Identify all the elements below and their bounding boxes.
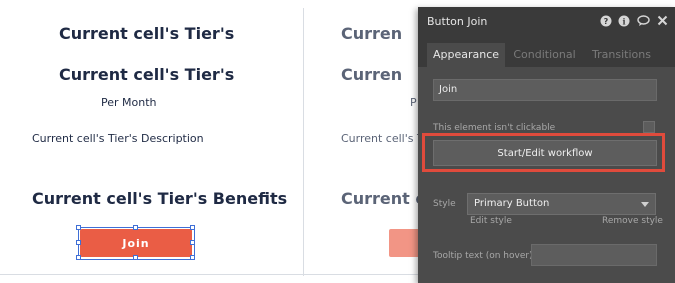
tier-title[interactable]: Current cell's Tier's [59, 24, 234, 43]
svg-text:?: ? [604, 17, 609, 26]
tab-transitions[interactable]: Transitions [584, 43, 659, 67]
style-select-value: Primary Button [474, 198, 550, 209]
svg-text:i: i [622, 17, 625, 27]
resize-handle[interactable] [133, 225, 138, 230]
join-button-ghost[interactable] [389, 229, 421, 257]
edit-style-link[interactable]: Edit style [470, 216, 512, 226]
column-divider [303, 8, 304, 276]
panel-title: Button Join [427, 15, 488, 28]
close-icon[interactable] [656, 15, 668, 27]
per-month-label[interactable]: Per Month [101, 96, 157, 109]
row-divider [0, 274, 418, 275]
tooltip-label: Tooltip text (on hover) [433, 251, 533, 261]
not-clickable-checkbox[interactable] [643, 121, 655, 133]
panel-tabs: Appearance Conditional Transitions [418, 37, 675, 67]
help-icon[interactable]: ? [600, 15, 612, 27]
info-icon[interactable]: i [618, 15, 630, 27]
tier-benefits[interactable]: Current cell's Tier's Benefits [32, 189, 287, 208]
tier-title[interactable]: Curren [341, 24, 402, 43]
tier-description[interactable]: Current cell's T [341, 132, 424, 145]
chevron-down-icon [641, 202, 649, 207]
button-text-input[interactable]: Join [433, 79, 657, 101]
style-label: Style [433, 199, 456, 209]
style-select[interactable]: Primary Button [467, 193, 656, 215]
not-clickable-label: This element isn't clickable [433, 123, 556, 133]
tooltip-input[interactable] [531, 244, 657, 266]
tier-price[interactable]: Current cell's Tier's [59, 65, 234, 84]
property-editor-panel: Button Join ? i Appearance Conditional T… [418, 7, 675, 283]
resize-handle[interactable] [190, 225, 195, 230]
per-month-label[interactable]: P [410, 96, 417, 109]
resize-handle[interactable] [76, 255, 81, 260]
tier-price[interactable]: Curren [341, 65, 402, 84]
remove-style-link[interactable]: Remove style [602, 216, 663, 226]
highlight-annotation [422, 133, 665, 172]
tab-appearance[interactable]: Appearance [427, 43, 505, 67]
resize-handle[interactable] [76, 225, 81, 230]
resize-handle[interactable] [76, 240, 81, 245]
tier-description[interactable]: Current cell's Tier's Description [32, 132, 204, 145]
resize-handle[interactable] [190, 240, 195, 245]
comment-icon[interactable] [637, 15, 650, 27]
resize-handle[interactable] [133, 255, 138, 260]
tab-conditional[interactable]: Conditional [507, 43, 582, 67]
resize-handle[interactable] [190, 255, 195, 260]
panel-header[interactable]: Button Join ? i [418, 7, 675, 37]
